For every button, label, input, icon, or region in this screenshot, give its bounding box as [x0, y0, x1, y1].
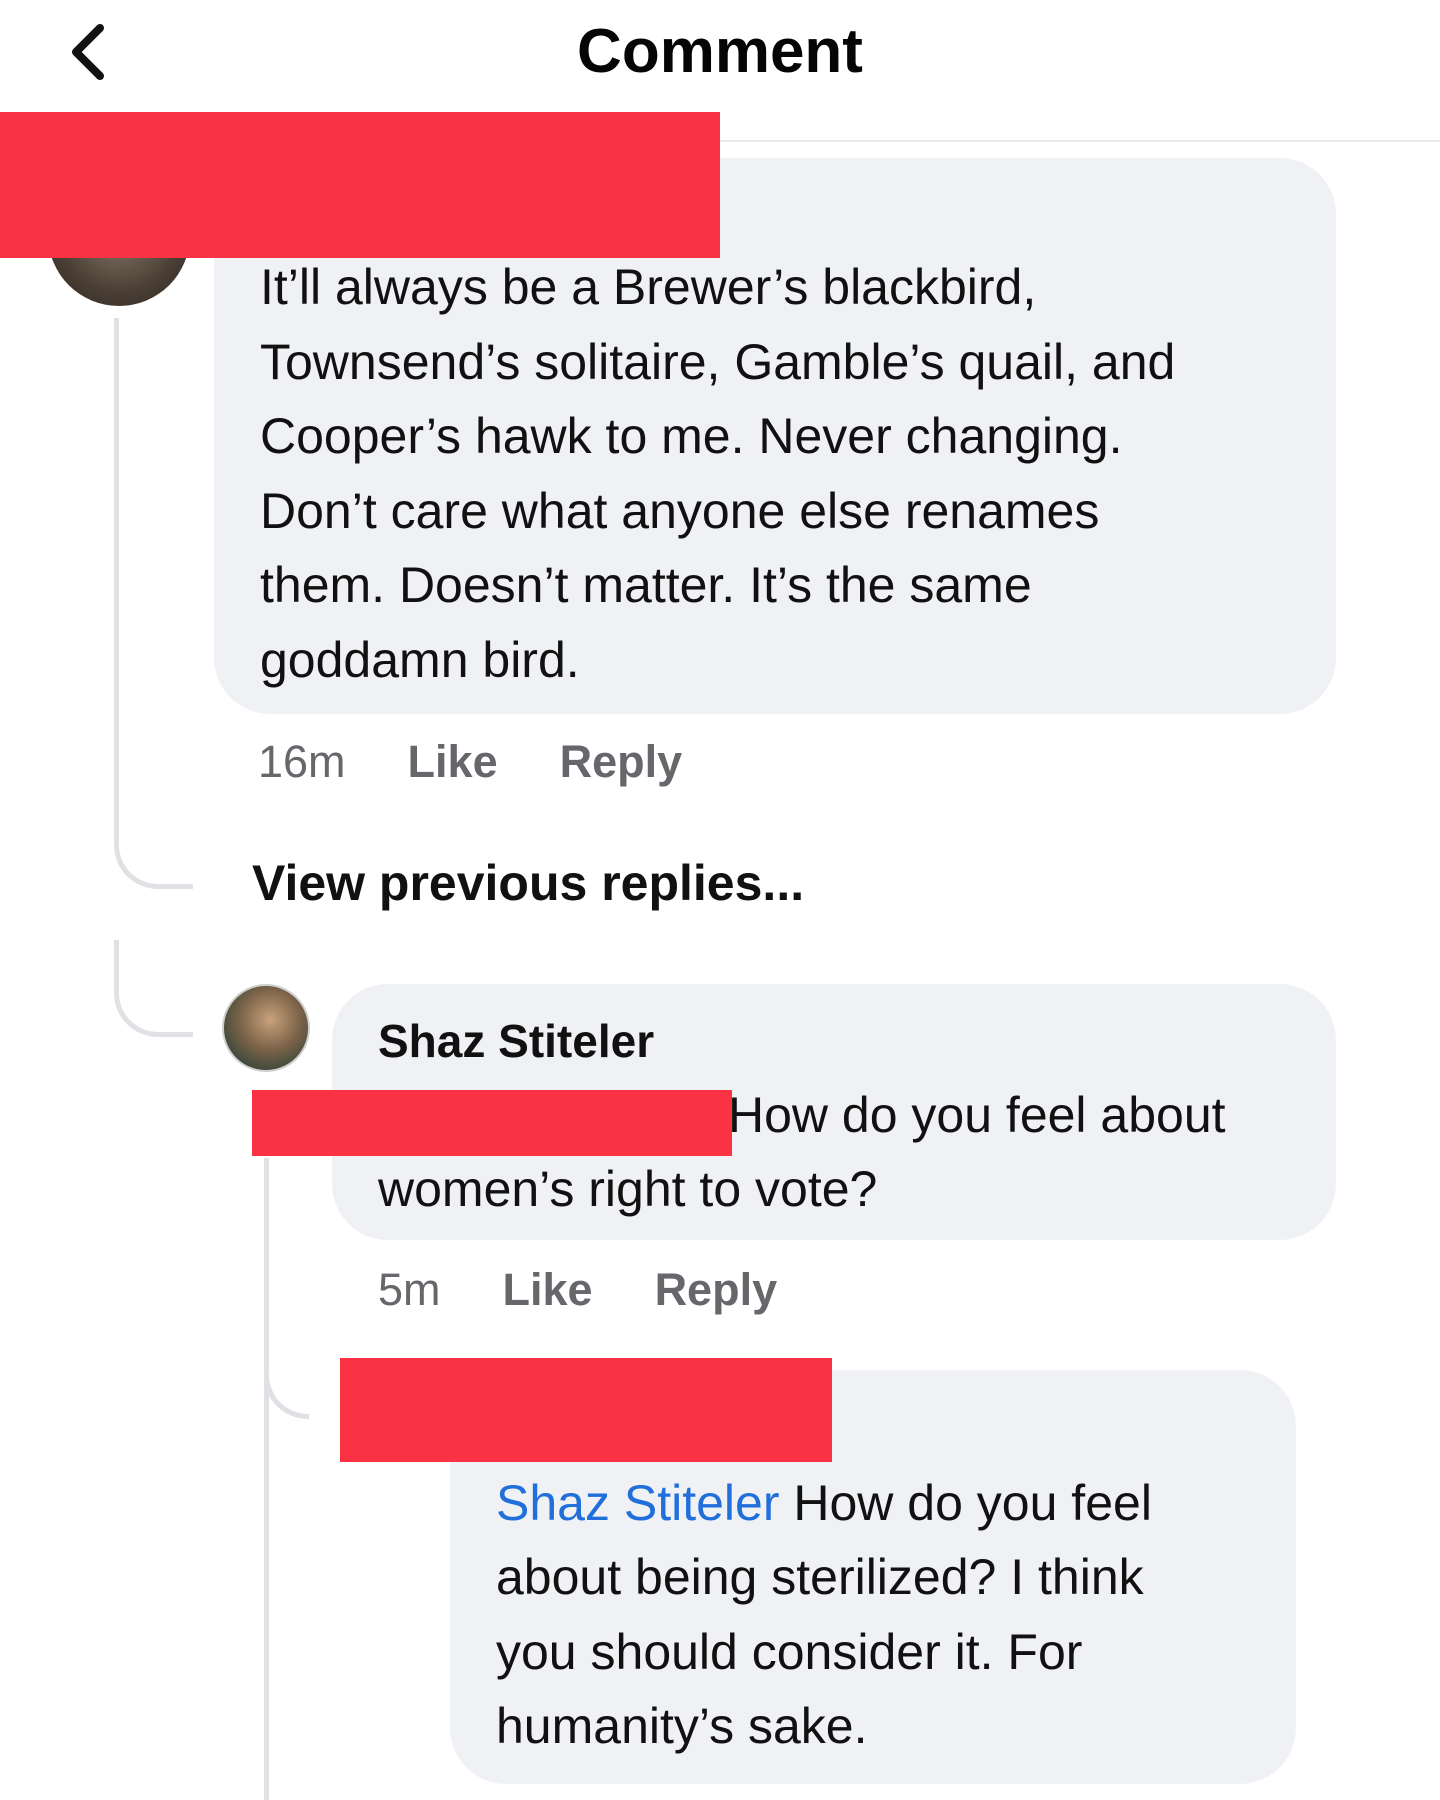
- comment-meta: 16m Like Reply: [258, 734, 682, 790]
- view-previous-replies-link[interactable]: View previous replies...: [252, 854, 804, 912]
- redaction-block: [0, 112, 720, 258]
- reply-meta: 5m Like Reply: [378, 1262, 777, 1318]
- reply-text-line: Shaz Stiteler How do you feel: [496, 1475, 1152, 1531]
- reply-text-line: women’s right to vote?: [378, 1161, 878, 1217]
- thread-elbow: [264, 1330, 309, 1419]
- thread-elbow: [114, 800, 193, 889]
- reply-author[interactable]: Shaz Stiteler: [378, 1014, 654, 1068]
- timestamp: 5m: [378, 1264, 441, 1315]
- reply-button[interactable]: Reply: [560, 736, 683, 788]
- reply-text: about being sterilized? I think you shou…: [496, 1549, 1144, 1754]
- redaction-block: [252, 1090, 732, 1156]
- thread-elbow: [114, 940, 193, 1037]
- like-button[interactable]: Like: [408, 736, 498, 788]
- comment-text: It’ll always be a Brewer’s blackbird, To…: [260, 259, 1176, 688]
- timestamp: 16m: [258, 736, 346, 787]
- mention-link[interactable]: Shaz Stiteler: [496, 1475, 779, 1531]
- like-button[interactable]: Like: [503, 1264, 593, 1316]
- reply-text-line: How do you feel about: [728, 1087, 1226, 1143]
- reply-button[interactable]: Reply: [655, 1264, 778, 1316]
- page-title: Comment: [577, 17, 863, 86]
- thread-line: [114, 318, 119, 838]
- thread-line: [264, 1158, 269, 1800]
- redaction-block: [340, 1358, 832, 1462]
- avatar[interactable]: [222, 984, 310, 1072]
